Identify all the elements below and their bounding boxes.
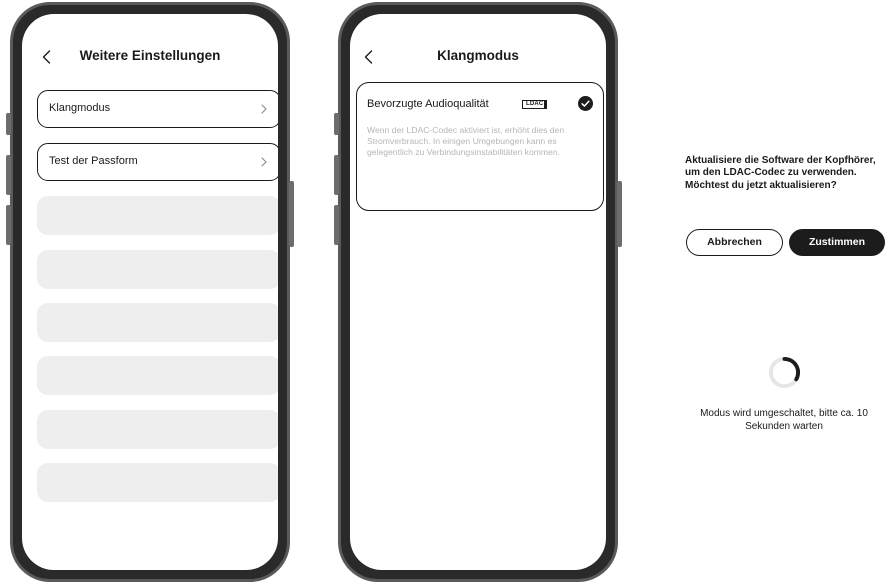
placeholder-row <box>37 356 278 395</box>
menu-item-fit-test[interactable]: Test der Passform <box>37 143 278 181</box>
sound-mode-header: Klangmodus <box>350 42 606 72</box>
settings-header: Weitere Einstellungen <box>22 42 278 72</box>
chevron-right-icon <box>261 104 267 114</box>
placeholder-row <box>37 250 278 289</box>
phone-settings: Weitere Einstellungen Klangmodus Test de… <box>6 2 294 582</box>
volume-up-button <box>6 155 11 195</box>
placeholder-row <box>37 303 278 342</box>
audio-quality-option[interactable]: Bevorzugte Audioqualität LDAC Wenn der L… <box>356 82 604 211</box>
loading-spinner-icon <box>768 356 801 389</box>
mute-switch <box>6 113 11 135</box>
option-description: Wenn der LDAC-Codec aktiviert ist, erhöh… <box>367 125 565 158</box>
settings-screen: Weitere Einstellungen Klangmodus Test de… <box>22 14 278 570</box>
volume-down-button <box>6 205 11 245</box>
option-title: Bevorzugte Audioqualität <box>367 98 489 110</box>
menu-item-label: Klangmodus <box>49 102 111 114</box>
sound-mode-screen: Klangmodus Bevorzugte Audioqualität LDAC… <box>350 14 606 570</box>
cancel-button[interactable]: Abbrechen <box>686 229 783 256</box>
checkmark-icon <box>578 96 593 111</box>
phone-sound-mode: Klangmodus Bevorzugte Audioqualität LDAC… <box>334 2 622 582</box>
page-title: Klangmodus <box>437 48 519 63</box>
agree-button[interactable]: Zustimmen <box>789 229 885 256</box>
page-title: Weitere Einstellungen <box>79 48 221 63</box>
power-button <box>289 181 294 247</box>
chevron-right-icon <box>261 157 267 167</box>
placeholder-row <box>37 196 278 235</box>
ldac-badge: LDAC <box>522 100 548 109</box>
menu-item-label: Test der Passform <box>49 155 138 167</box>
volume-up-button <box>334 155 339 195</box>
menu-item-sound-mode[interactable]: Klangmodus <box>37 90 278 128</box>
power-button <box>617 181 622 247</box>
volume-down-button <box>334 205 339 245</box>
placeholder-row <box>37 410 278 449</box>
update-prompt-message: Aktualisiere die Software der Kopfhörer,… <box>685 155 876 191</box>
placeholder-row <box>37 463 278 502</box>
mute-switch <box>334 113 339 135</box>
switching-mode-message: Modus wird umgeschaltet, bitte ca. 10 Se… <box>700 408 868 432</box>
